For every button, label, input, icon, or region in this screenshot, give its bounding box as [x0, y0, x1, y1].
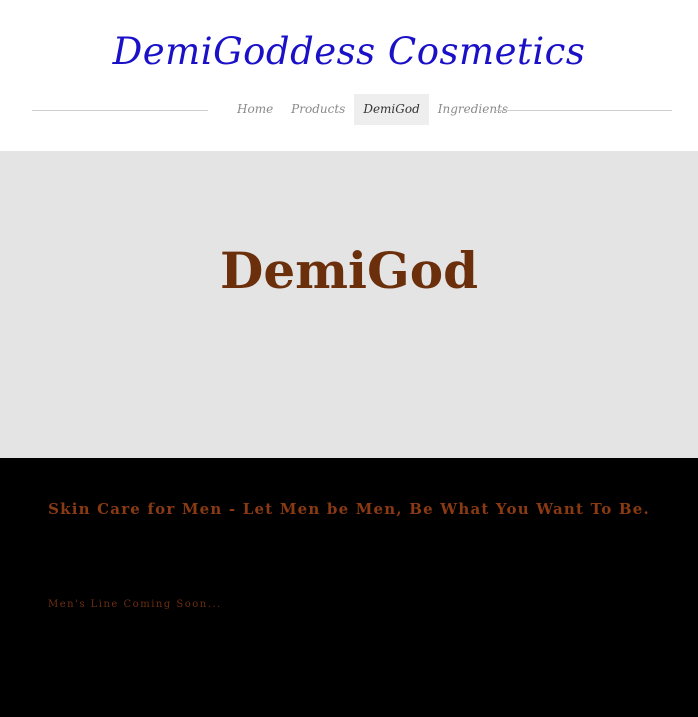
site-title[interactable]: DemiGoddess Cosmetics — [0, 30, 698, 73]
coming-soon-text: Men's Line Coming Soon... — [48, 599, 222, 610]
hero-banner: DemiGod — [0, 151, 698, 458]
content-section: Skin Care for Men - Let Men be Men, Be W… — [0, 458, 698, 717]
nav-item-home[interactable]: Home — [228, 94, 282, 125]
tagline-heading: Skin Care for Men - Let Men be Men, Be W… — [48, 500, 650, 518]
nav-divider-right — [496, 110, 672, 111]
main-nav: Home Products DemiGod Ingredients — [228, 94, 517, 125]
nav-item-products[interactable]: Products — [282, 94, 354, 125]
hero-title: DemiGod — [219, 241, 479, 300]
nav-divider-left — [32, 110, 208, 111]
site-header: DemiGoddess Cosmetics Home Products Demi… — [0, 0, 698, 151]
nav-item-demigod[interactable]: DemiGod — [354, 94, 429, 125]
